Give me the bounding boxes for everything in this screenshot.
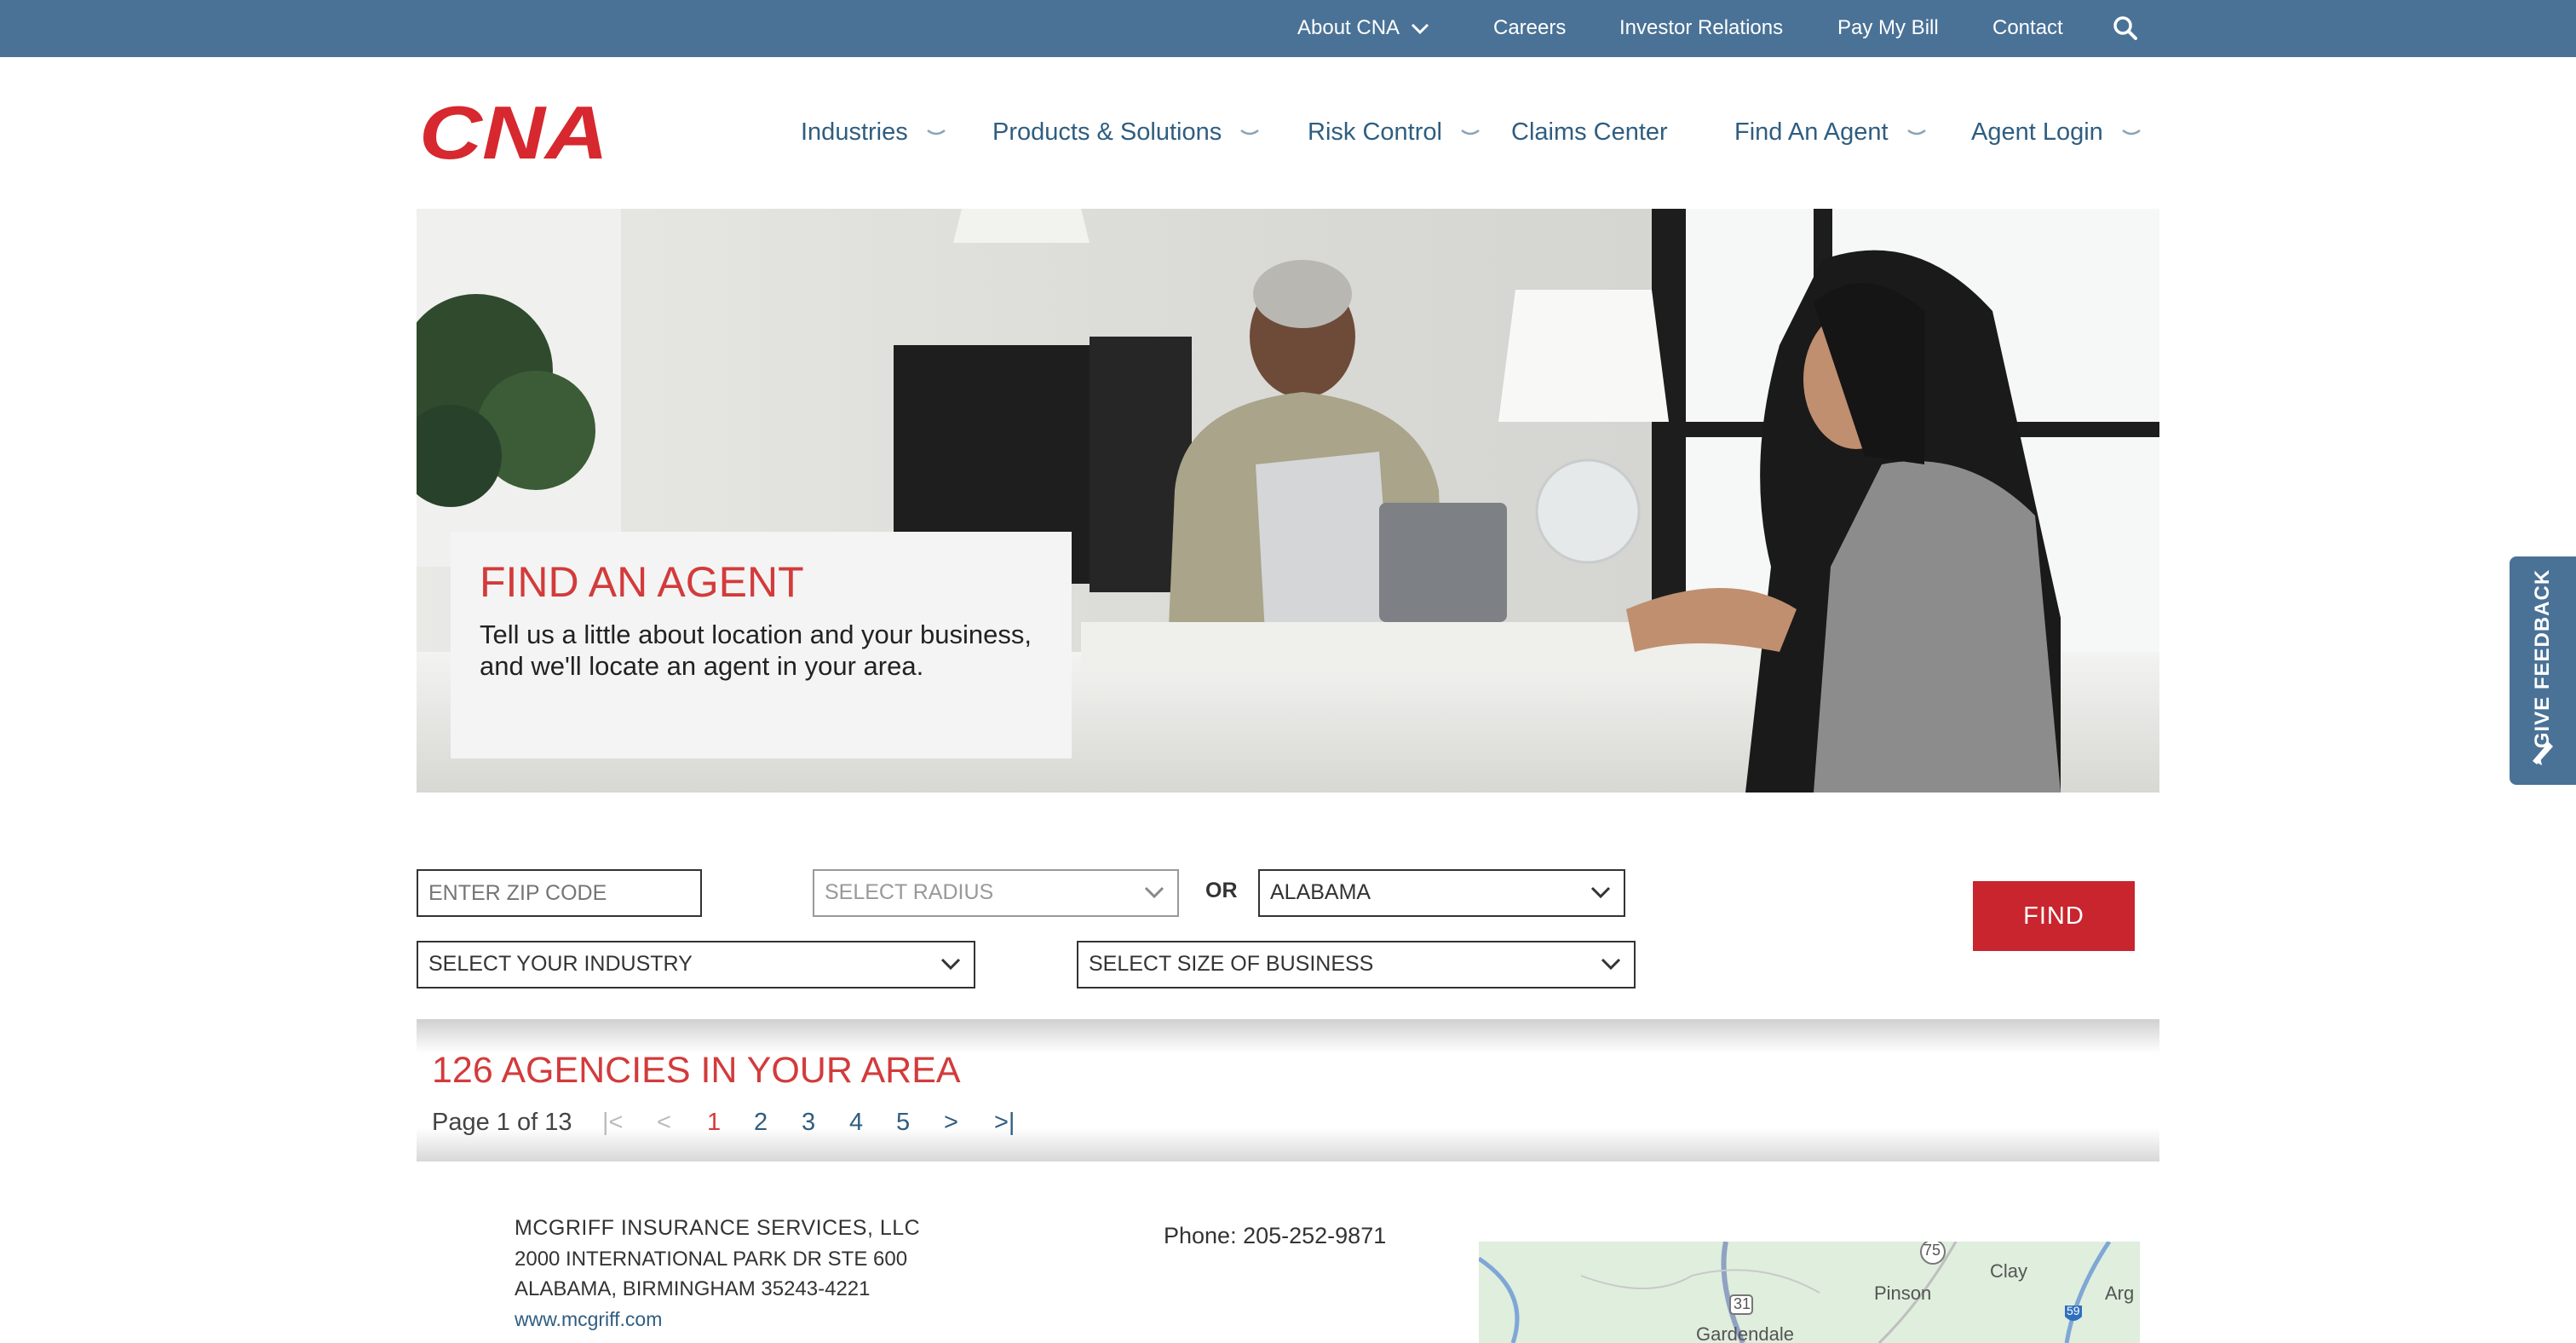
give-feedback-tab[interactable]: GIVE FEEDBACK <box>2510 556 2576 785</box>
nav-find-an-agent[interactable]: Find An Agent <box>1734 118 1926 147</box>
chevron-down-icon <box>1906 130 1926 135</box>
nav-about-cna[interactable]: About CNA <box>1297 15 1429 41</box>
pager-first[interactable]: |< <box>602 1108 623 1137</box>
find-agent-label: Find An Agent <box>1734 118 1889 146</box>
or-separator: OR <box>1205 879 1238 902</box>
state-select[interactable]: ALABAMA <box>1258 869 1625 917</box>
pager-page-5[interactable]: 5 <box>896 1108 910 1137</box>
chevron-down-icon <box>1601 958 1621 971</box>
agency-address-line-1: 2000 INTERNATIONAL PARK DR STE 600 <box>515 1248 908 1271</box>
nav-investor-relations[interactable]: Investor Relations <box>1619 15 1783 41</box>
about-cna-label: About CNA <box>1297 16 1399 39</box>
chevron-down-icon <box>1590 886 1611 899</box>
radius-select-value: SELECT RADIUS <box>825 880 994 904</box>
search-button[interactable] <box>2113 14 2138 41</box>
chevron-down-icon <box>1412 23 1429 34</box>
map-label-arg: Arg <box>2105 1282 2135 1304</box>
agency-phone: Phone: 205-252-9871 <box>1164 1223 1387 1248</box>
megaphone-icon <box>2533 742 2553 765</box>
map-label-pinson: Pinson <box>1874 1282 1932 1304</box>
hero-title: FIND AN AGENT <box>480 558 804 606</box>
nav-risk-control[interactable]: Risk Control <box>1308 118 1480 147</box>
radius-select[interactable]: SELECT RADIUS <box>813 869 1179 917</box>
agent-login-label: Agent Login <box>1971 118 2103 146</box>
nav-pay-my-bill[interactable]: Pay My Bill <box>1837 15 1939 41</box>
agency-map[interactable]: 75 31 59 Pinson Clay Arg Gardendale <box>1479 1242 2140 1343</box>
risk-control-label: Risk Control <box>1308 118 1442 146</box>
map-route-31: 31 <box>1734 1295 1751 1312</box>
cna-logo[interactable]: CNA <box>419 90 612 175</box>
utility-bar: About CNA Careers Investor Relations Pay… <box>0 0 2576 57</box>
business-size-select-value: SELECT SIZE OF BUSINESS <box>1089 952 1374 976</box>
map-route-75: 75 <box>1923 1242 1941 1259</box>
pager-next[interactable]: > <box>944 1108 958 1137</box>
nav-claims-center[interactable]: Claims Center <box>1511 118 1668 147</box>
industry-select[interactable]: SELECT YOUR INDUSTRY <box>417 941 975 989</box>
page-info: Page 1 of 13 <box>432 1109 572 1136</box>
nav-products-solutions[interactable]: Products & Solutions <box>992 118 1260 147</box>
map-route-59: 59 <box>2067 1304 2080 1317</box>
pager-last[interactable]: >| <box>994 1108 1015 1137</box>
business-size-select[interactable]: SELECT SIZE OF BUSINESS <box>1077 941 1636 989</box>
search-icon <box>2113 15 2137 40</box>
hero-image: FIND AN AGENT Tell us a little about loc… <box>417 209 2159 793</box>
nav-careers[interactable]: Careers <box>1493 15 1566 41</box>
pager-prev[interactable]: < <box>657 1108 671 1137</box>
pager-page-3[interactable]: 3 <box>802 1108 815 1137</box>
nav-contact[interactable]: Contact <box>1992 15 2063 41</box>
find-button[interactable]: FIND <box>1973 881 2135 951</box>
give-feedback-label: GIVE FEEDBACK <box>2531 568 2554 749</box>
agency-name: MCGRIFF INSURANCE SERVICES, LLC <box>515 1216 921 1240</box>
results-count-title: 126 AGENCIES IN YOUR AREA <box>432 1050 961 1091</box>
chevron-down-icon <box>1240 130 1260 135</box>
map-label-clay: Clay <box>1990 1260 2028 1282</box>
agency-website-link[interactable]: www.mcgriff.com <box>515 1306 662 1332</box>
chevron-down-icon <box>1461 130 1480 135</box>
chevron-down-icon <box>2122 130 2141 135</box>
nav-industries[interactable]: Industries <box>801 118 946 147</box>
svg-text:CNA: CNA <box>419 102 608 164</box>
hero-description: Tell us a little about location and your… <box>480 620 1032 681</box>
results-header: 126 AGENCIES IN YOUR AREA Page 1 of 13 |… <box>417 1019 2159 1161</box>
pager-page-4[interactable]: 4 <box>849 1108 863 1137</box>
chevron-down-icon <box>940 958 961 971</box>
products-label: Products & Solutions <box>992 118 1222 146</box>
nav-agent-login[interactable]: Agent Login <box>1971 118 2141 147</box>
pager-page-2[interactable]: 2 <box>754 1108 768 1137</box>
hero-text-box: FIND AN AGENT Tell us a little about loc… <box>451 532 1072 758</box>
agency-address-line-2: ALABAMA, BIRMINGHAM 35243-4221 <box>515 1277 871 1300</box>
zip-code-input[interactable] <box>417 869 702 917</box>
state-select-value: ALABAMA <box>1270 880 1371 904</box>
industries-label: Industries <box>801 118 908 146</box>
chevron-down-icon <box>927 130 946 135</box>
pager-page-1[interactable]: 1 <box>707 1108 721 1137</box>
map-label-gardendale: Gardendale <box>1696 1323 1794 1343</box>
industry-select-value: SELECT YOUR INDUSTRY <box>428 952 693 976</box>
chevron-down-icon <box>1144 886 1164 899</box>
